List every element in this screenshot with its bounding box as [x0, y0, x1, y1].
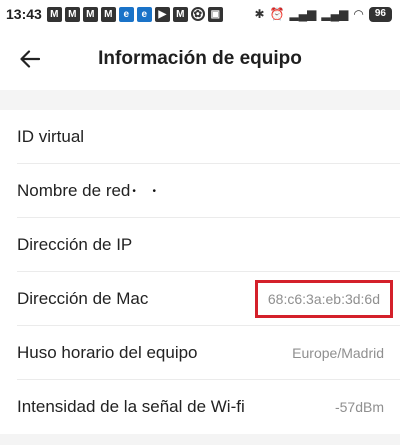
bottom-divider — [0, 434, 400, 445]
row-value: Europe/Madrid — [292, 344, 384, 361]
mail-icon: M — [100, 6, 116, 22]
row-label: Nombre de red • • — [17, 181, 156, 201]
app-icon: ✿ — [190, 7, 205, 21]
row-mac-address[interactable]: Dirección de Mac 68:c6:3a:eb:3d:6d — [17, 272, 400, 326]
section-divider — [0, 90, 400, 110]
mail-icon: M — [46, 6, 62, 22]
mail-icon: M — [82, 6, 98, 22]
battery-icon: 96 — [368, 6, 392, 22]
signal-icon: ▂▄▆ — [289, 7, 317, 21]
row-label: ID virtual — [17, 126, 85, 146]
alarm-icon: ⏰ — [269, 7, 285, 21]
mac-address-value: 68:c6:3a:eb:3d:6d — [254, 279, 393, 318]
youtube-icon: ▶ — [154, 6, 170, 22]
mail-icon: M — [172, 6, 188, 22]
device-info-list: ID virtual Nombre de red • • Dirección de… — [0, 110, 400, 434]
app-bar: Información de equipo — [0, 28, 400, 90]
row-timezone[interactable]: Huso horario del equipo Europe/Madrid — [17, 326, 400, 380]
edge-icon: e — [118, 6, 134, 22]
edge-icon: e — [136, 6, 152, 22]
row-ip-address[interactable]: Dirección de IP — [17, 218, 400, 272]
row-label: Dirección de Mac — [17, 288, 149, 308]
status-time: 13:43 — [6, 6, 42, 22]
system-icons: ✱ ⏰ ▂▄▆ ▂▄▆ ◠ 96 — [254, 6, 392, 22]
notification-icons: M M M M e e ▶ M ✿ ▣ — [46, 6, 223, 22]
status-bar: 13:43 M M M M e e ▶ M ✿ ▣ ✱ ⏰ ▂▄▆ ▂▄▆ ◠ … — [0, 0, 400, 28]
row-network-name[interactable]: Nombre de red • • — [17, 164, 400, 218]
image-icon: ▣ — [207, 6, 223, 22]
wifi-icon: ◠ — [353, 7, 364, 21]
row-label: Dirección de IP — [17, 234, 133, 254]
page-title: Información de equipo — [98, 48, 302, 69]
arrow-left-icon — [20, 50, 40, 68]
signal-icon: ▂▄▆ — [321, 7, 349, 21]
row-label: Huso horario del equipo — [17, 342, 198, 362]
row-label: Intensidad de la señal de Wi-fi — [17, 397, 245, 416]
row-value: -57dBm — [334, 399, 384, 415]
redacted-mark: • • — [132, 185, 157, 197]
mail-icon: M — [64, 6, 80, 22]
back-button[interactable] — [0, 28, 60, 90]
row-virtual-id[interactable]: ID virtual — [17, 110, 400, 164]
row-wifi-signal[interactable]: Intensidad de la señal de Wi-fi -57dBm — [17, 380, 400, 434]
row-label-text: Nombre de red — [17, 180, 131, 200]
bluetooth-icon: ✱ — [254, 7, 265, 21]
